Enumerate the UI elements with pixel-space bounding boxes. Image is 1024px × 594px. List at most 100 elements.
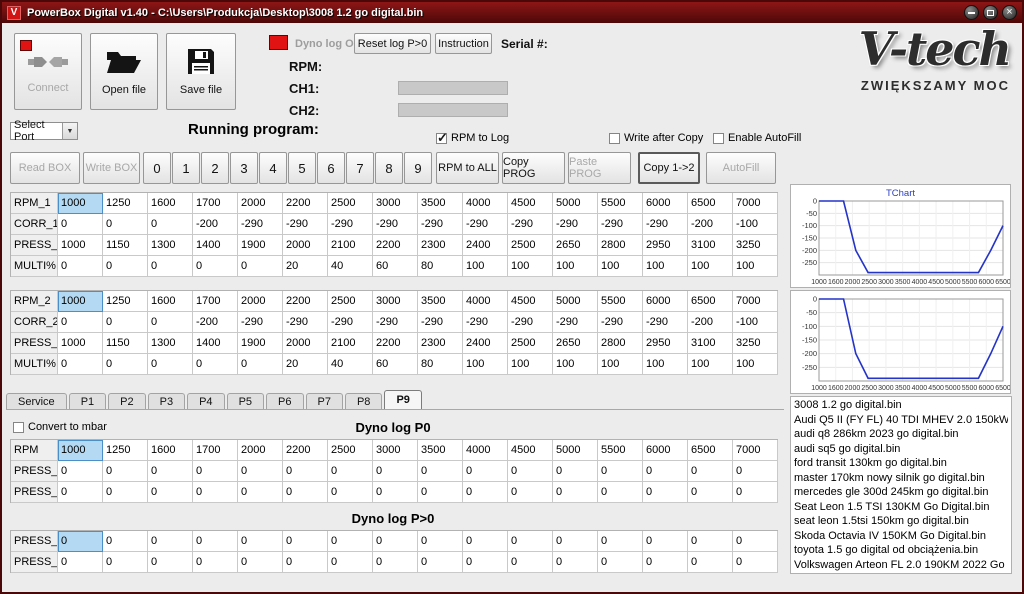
digit-button-3[interactable]: 3 xyxy=(230,152,258,184)
table-cell[interactable]: 0 xyxy=(283,552,328,573)
table-cell[interactable]: 0 xyxy=(733,531,778,552)
table-cell[interactable]: 40 xyxy=(328,256,373,277)
table-cell[interactable]: 4000 xyxy=(463,440,508,461)
write-box-button[interactable]: Write BOX xyxy=(83,152,140,184)
table-cell[interactable]: -290 xyxy=(553,312,598,333)
table-cell[interactable]: -290 xyxy=(643,312,688,333)
table-cell[interactable]: 1250 xyxy=(103,193,148,214)
select-port-dropdown[interactable]: Select Port ▼ xyxy=(10,122,78,140)
table-cell[interactable]: 0 xyxy=(418,552,463,573)
table-cell[interactable]: 0 xyxy=(598,552,643,573)
rpm-to-all-button[interactable]: RPM to ALL xyxy=(436,152,499,184)
table-cell[interactable]: 2650 xyxy=(553,235,598,256)
table-cell[interactable]: 0 xyxy=(103,312,148,333)
digit-button-8[interactable]: 8 xyxy=(375,152,403,184)
table-cell[interactable]: 0 xyxy=(418,482,463,503)
table-cell[interactable]: 0 xyxy=(148,531,193,552)
table-cell[interactable]: 0 xyxy=(103,214,148,235)
table-cell[interactable]: 0 xyxy=(688,531,733,552)
table-cell[interactable]: 0 xyxy=(193,354,238,375)
table-cell[interactable]: 0 xyxy=(508,482,553,503)
table-cell[interactable]: 40 xyxy=(328,354,373,375)
table-cell[interactable]: 100 xyxy=(643,256,688,277)
table-cell[interactable]: 0 xyxy=(553,461,598,482)
reset-log-button[interactable]: Reset log P>0 xyxy=(354,33,431,54)
instruction-button[interactable]: Instruction xyxy=(435,33,492,54)
file-list-item[interactable]: master 170km nowy silnik go digital.bin xyxy=(794,471,1008,486)
write-after-copy-checkbox[interactable]: Write after Copy xyxy=(609,132,703,144)
digit-button-4[interactable]: 4 xyxy=(259,152,287,184)
table-cell[interactable]: 0 xyxy=(553,552,598,573)
table-cell[interactable]: 1300 xyxy=(148,235,193,256)
table-cell[interactable]: -290 xyxy=(643,214,688,235)
table-cell[interactable]: 0 xyxy=(283,531,328,552)
paste-prog-button[interactable]: Paste PROG xyxy=(568,152,631,184)
table-cell[interactable]: 2300 xyxy=(418,235,463,256)
table-cell[interactable]: 5500 xyxy=(598,193,643,214)
table-cell[interactable]: 0 xyxy=(148,552,193,573)
table-cell[interactable]: 3500 xyxy=(418,193,463,214)
table-cell[interactable]: 7000 xyxy=(733,440,778,461)
table-cell[interactable]: 1400 xyxy=(193,235,238,256)
close-button[interactable]: × xyxy=(1002,5,1017,20)
table-cell[interactable]: -290 xyxy=(238,214,283,235)
table-cell[interactable]: 100 xyxy=(643,354,688,375)
table-cell[interactable]: 0 xyxy=(103,531,148,552)
table-cell[interactable]: 0 xyxy=(103,354,148,375)
table-cell[interactable]: 0 xyxy=(463,482,508,503)
maximize-button[interactable] xyxy=(983,5,998,20)
table-cell[interactable]: 0 xyxy=(193,461,238,482)
table-cell[interactable]: 1150 xyxy=(103,333,148,354)
tab-p1[interactable]: P1 xyxy=(69,393,106,409)
table-cell[interactable]: -290 xyxy=(463,312,508,333)
table-cell[interactable]: 0 xyxy=(58,552,103,573)
table-cell[interactable]: -290 xyxy=(283,214,328,235)
table-cell[interactable]: -200 xyxy=(688,312,733,333)
table-cell[interactable]: 0 xyxy=(148,461,193,482)
table-cell[interactable]: -290 xyxy=(553,214,598,235)
table-cell[interactable]: 0 xyxy=(148,256,193,277)
enable-autofill-checkbox[interactable]: Enable AutoFill xyxy=(713,132,801,144)
table-cell[interactable]: 2800 xyxy=(598,333,643,354)
table-cell[interactable]: 0 xyxy=(148,312,193,333)
table-cell[interactable]: 0 xyxy=(463,552,508,573)
rpm-to-log-checkbox[interactable]: RPM to Log xyxy=(436,132,509,144)
table-cell[interactable]: -290 xyxy=(418,312,463,333)
table-cell[interactable]: 100 xyxy=(508,256,553,277)
table-cell[interactable]: 0 xyxy=(643,531,688,552)
digit-button-2[interactable]: 2 xyxy=(201,152,229,184)
table-cell[interactable]: 0 xyxy=(238,552,283,573)
table-cell[interactable]: 0 xyxy=(58,461,103,482)
table-cell[interactable]: 0 xyxy=(418,461,463,482)
table-cell[interactable]: 100 xyxy=(688,354,733,375)
table-cell[interactable]: 1700 xyxy=(193,291,238,312)
table-cell[interactable]: 5500 xyxy=(598,440,643,461)
table-cell[interactable]: -100 xyxy=(733,214,778,235)
table-cell[interactable]: 0 xyxy=(238,256,283,277)
tab-p2[interactable]: P2 xyxy=(108,393,145,409)
table-cell[interactable]: 0 xyxy=(598,531,643,552)
table-cell[interactable]: 1250 xyxy=(103,440,148,461)
table-cell[interactable]: 3000 xyxy=(373,193,418,214)
table-cell[interactable]: 0 xyxy=(58,256,103,277)
tab-p7[interactable]: P7 xyxy=(306,393,343,409)
table-cell[interactable]: 1300 xyxy=(148,333,193,354)
table-cell[interactable]: 0 xyxy=(283,482,328,503)
table-cell[interactable]: 0 xyxy=(553,482,598,503)
table-cell[interactable]: 1700 xyxy=(193,193,238,214)
table-cell[interactable]: 7000 xyxy=(733,193,778,214)
table-cell[interactable]: -290 xyxy=(238,312,283,333)
table-cell[interactable]: 3500 xyxy=(418,440,463,461)
table-cell[interactable]: 5000 xyxy=(553,440,598,461)
table-cell[interactable]: 4500 xyxy=(508,291,553,312)
table-cell[interactable]: 0 xyxy=(148,354,193,375)
table-cell[interactable]: 2300 xyxy=(418,333,463,354)
file-list-item[interactable]: audi sq5 go digital.bin xyxy=(794,442,1008,457)
table-cell[interactable]: 0 xyxy=(103,256,148,277)
table-cell[interactable]: 3000 xyxy=(373,291,418,312)
tab-p9[interactable]: P9 xyxy=(384,390,421,409)
tab-p4[interactable]: P4 xyxy=(187,393,224,409)
table-cell[interactable]: 4500 xyxy=(508,440,553,461)
table-cell[interactable]: 0 xyxy=(733,461,778,482)
table-cell[interactable]: -100 xyxy=(733,312,778,333)
